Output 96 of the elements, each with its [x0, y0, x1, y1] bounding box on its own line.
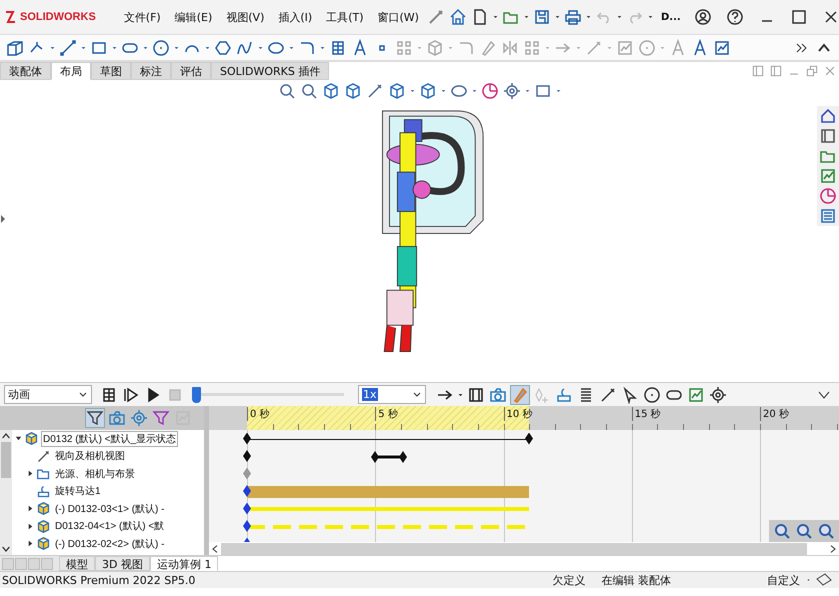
film-icon[interactable]: [467, 386, 485, 404]
part-icon: [36, 501, 51, 516]
key-point[interactable]: [243, 432, 251, 444]
tree-item[interactable]: (-) D0132-03<1> (默认) -: [53, 500, 166, 517]
expand-arrow-icon[interactable]: [26, 539, 34, 548]
editing-status: 在编辑 装配体: [602, 572, 671, 588]
menu-item[interactable]: 编辑(E): [168, 10, 218, 24]
filter-icon[interactable]: [152, 409, 170, 427]
key-point[interactable]: [243, 450, 251, 462]
user-icon[interactable]: [694, 8, 712, 26]
time-label: 0 秒: [247, 407, 270, 421]
filter-icon[interactable]: [86, 409, 104, 427]
book-icon[interactable]: [819, 127, 837, 145]
home-icon[interactable]: [448, 8, 467, 26]
units-status[interactable]: 自定义: [767, 572, 800, 588]
command-tab[interactable]: 布局: [51, 62, 91, 80]
document-tab[interactable]: 运动算例 1: [150, 556, 218, 571]
command-tab[interactable]: 标注: [131, 62, 171, 80]
logo-icon: [4, 10, 18, 24]
time-label: 15 秒: [632, 407, 661, 421]
expand-arrow-icon[interactable]: [26, 504, 34, 514]
study-type-dropdown[interactable]: 动画: [4, 385, 92, 404]
solidworks-logo: SOLIDWORKS: [20, 11, 96, 23]
save-icon[interactable]: [532, 8, 551, 26]
part-icon: [36, 518, 51, 534]
menu-item[interactable]: 视图(V): [220, 10, 270, 24]
pie-icon[interactable]: [481, 82, 499, 100]
command-tab[interactable]: SOLIDWORKS 插件: [211, 62, 330, 80]
time-label: 10 秒: [504, 407, 532, 421]
cube-icon[interactable]: [388, 82, 406, 100]
camera-key-pair[interactable]: [371, 450, 407, 464]
tree-item[interactable]: D0132 (默认) <默认_显示状态: [41, 430, 178, 447]
command-tab[interactable]: 评估: [171, 62, 211, 80]
pie-icon[interactable]: [819, 187, 837, 205]
gear-filter-icon[interactable]: [130, 409, 148, 427]
key-point[interactable]: [243, 502, 251, 514]
scrollbar-thumb[interactable]: [221, 542, 807, 554]
time-label: 5 秒: [375, 407, 398, 421]
dropdown-caret-icon[interactable]: [78, 390, 88, 400]
key-point[interactable]: [525, 432, 533, 444]
motor-icon: [36, 484, 51, 499]
cube-icon[interactable]: [419, 82, 437, 100]
expand-arrow-icon[interactable]: [26, 522, 34, 531]
cursor-icon[interactable]: [621, 386, 639, 404]
document-tab[interactable]: 模型: [59, 556, 95, 571]
tree-item[interactable]: D0132-04<1> (默认) <默: [53, 518, 166, 534]
zoom-in-icon[interactable]: [795, 522, 813, 540]
product-version: SOLIDWORKS Premium 2022 SP5.0: [2, 574, 196, 586]
tree-item[interactable]: 光源、相机与布景: [53, 466, 137, 482]
menu-item[interactable]: 插入(I): [272, 10, 318, 24]
cube-icon[interactable]: [322, 82, 340, 100]
chart-icon[interactable]: [687, 386, 705, 404]
gear-icon[interactable]: [503, 82, 521, 100]
menu-item[interactable]: 工具(T): [320, 10, 370, 24]
scrollbar-thumb[interactable]: [1, 442, 11, 478]
motor-icon[interactable]: [555, 386, 573, 404]
restore-icon[interactable]: [805, 64, 819, 78]
part-icon: [24, 431, 39, 446]
expand-panel-icon[interactable]: [0, 212, 6, 226]
camera-icon[interactable]: [489, 386, 507, 404]
zoom-icon[interactable]: [278, 82, 296, 100]
document-name[interactable]: D...: [660, 12, 681, 22]
line-icon[interactable]: [59, 38, 77, 56]
command-tab[interactable]: 草图: [91, 62, 131, 80]
chart-icon[interactable]: [819, 167, 837, 185]
step-play-icon[interactable]: [122, 386, 140, 404]
print-icon[interactable]: [564, 8, 582, 26]
tree-item[interactable]: 旋转马达1: [53, 483, 103, 500]
playback-speed-dropdown[interactable]: 1x: [358, 385, 426, 404]
document-tab[interactable]: 3D 视图: [95, 556, 150, 571]
plane-icon[interactable]: [6, 38, 24, 56]
panel-left-icon[interactable]: [751, 64, 765, 78]
list-icon[interactable]: [819, 207, 837, 225]
tree-item[interactable]: (-) D0132-02<2> (默认) -: [53, 536, 166, 552]
text-export-icon[interactable]: [713, 38, 731, 56]
definition-status: 欠定义: [552, 572, 586, 588]
zoom-out-icon[interactable]: [817, 522, 835, 540]
gear-icon[interactable]: [709, 386, 727, 404]
cube-icon[interactable]: [344, 82, 362, 100]
menu-item[interactable]: 文件(F): [118, 10, 167, 24]
polygon-icon[interactable]: [214, 38, 232, 56]
house-icon[interactable]: [819, 107, 837, 125]
menu-item[interactable]: 窗口(W): [372, 10, 425, 24]
command-tab[interactable]: 装配体: [0, 62, 51, 80]
part-icon: [36, 536, 51, 552]
tree-item[interactable]: 视向及相机视图: [53, 448, 127, 464]
panel-right-icon[interactable]: [769, 64, 783, 78]
expand-arrow-icon[interactable]: [26, 469, 34, 478]
time-label: 20 秒: [760, 407, 789, 421]
key-point[interactable]: [243, 520, 251, 532]
pen-icon[interactable]: [599, 386, 617, 404]
dropdown-caret-icon[interactable]: [412, 390, 422, 400]
help-icon[interactable]: [726, 8, 744, 26]
zoom-fit-icon[interactable]: [773, 522, 791, 540]
zoom-icon[interactable]: [300, 82, 318, 100]
maximize-icon[interactable]: [790, 8, 808, 26]
